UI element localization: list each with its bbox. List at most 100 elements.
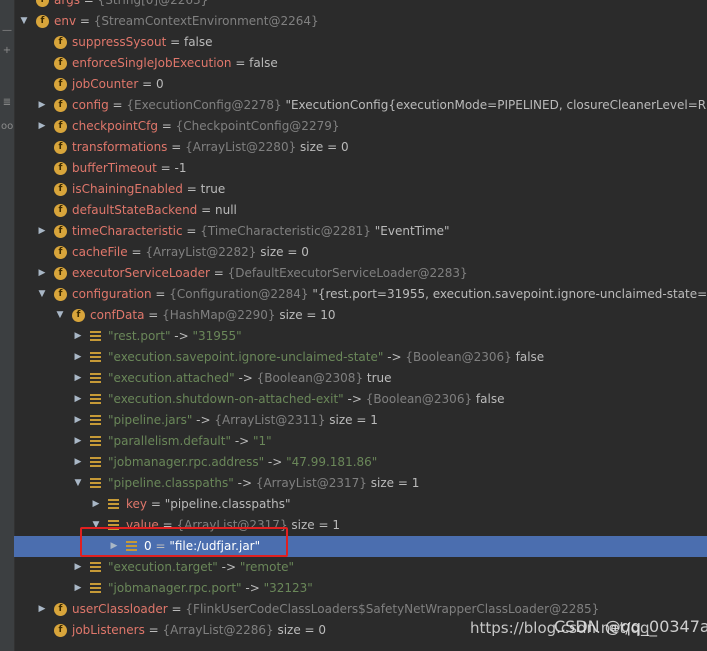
map-entry-icon xyxy=(108,499,119,510)
variable-name: defaultStateBackend xyxy=(72,203,198,217)
tree-row-text: env = {StreamContextEnvironment@2264} xyxy=(54,14,319,28)
object-reference: {Boolean@2308} xyxy=(256,371,364,385)
field-icon: f xyxy=(54,36,67,49)
tree-row[interactable]: ▶ "execution.savepoint.ignore-unclaimed-s… xyxy=(14,347,707,368)
tree-row[interactable]: ▶ "rest.port" -> "31955" xyxy=(14,326,707,347)
map-entry-icon xyxy=(90,562,101,573)
tree-row[interactable]: ▼ "pipeline.classpaths" -> {ArrayList@231… xyxy=(14,473,707,494)
plus-icon[interactable]: + xyxy=(1,44,13,58)
glasses-icon[interactable]: oo xyxy=(1,120,13,134)
tree-row[interactable]: f cacheFile = {ArrayList@2282} size = 0 xyxy=(14,242,707,263)
expand-right-arrow-icon[interactable]: ▶ xyxy=(36,116,48,137)
expand-right-arrow-icon[interactable]: ▶ xyxy=(72,368,84,389)
highlight-annotation-box xyxy=(80,527,288,557)
map-entry-icon xyxy=(90,415,101,426)
expand-right-arrow-icon[interactable]: ▶ xyxy=(72,557,84,578)
expand-right-arrow-icon[interactable]: ▶ xyxy=(72,431,84,452)
tree-row[interactable]: ▶ key = "pipeline.classpaths" xyxy=(14,494,707,515)
variable-name: bufferTimeout xyxy=(72,161,157,175)
expand-right-arrow-icon[interactable]: ▶ xyxy=(72,410,84,431)
object-reference: {TimeCharacteristic@2281} xyxy=(200,224,371,238)
tree-row-text: configuration = {Configuration@2284} "{r… xyxy=(72,284,707,305)
field-icon: f xyxy=(36,0,49,7)
tree-row[interactable]: f defaultStateBackend = null xyxy=(14,200,707,221)
field-icon: f xyxy=(54,162,67,175)
list-icon[interactable]: ≣ xyxy=(1,96,13,110)
tree-row[interactable]: ▶ "execution.attached" -> {Boolean@2308} … xyxy=(14,368,707,389)
expand-right-arrow-icon[interactable]: ▶ xyxy=(36,95,48,116)
tree-row[interactable]: f suppressSysout = false xyxy=(14,32,707,53)
field-icon: f xyxy=(54,624,67,637)
tree-row[interactable]: ▶ f config = {ExecutionConfig@2278} "Execu… xyxy=(14,95,707,116)
variable-name: configuration xyxy=(72,287,152,301)
expand-down-arrow-icon[interactable]: ▼ xyxy=(72,473,84,494)
map-entry-icon xyxy=(90,373,101,384)
entry-key: "rest.port" xyxy=(108,329,171,343)
tree-row-text: transformations = {ArrayList@2280} size … xyxy=(72,140,349,154)
expand-right-arrow-icon[interactable]: ▶ xyxy=(72,347,84,368)
tree-row-text: key = "pipeline.classpaths" xyxy=(126,497,291,511)
tree-row[interactable]: ▶ "execution.shutdown-on-attached-exit" -… xyxy=(14,389,707,410)
variable-name: checkpointCfg xyxy=(72,119,158,133)
tree-row[interactable]: ▶ "pipeline.jars" -> {ArrayList@2311} siz… xyxy=(14,410,707,431)
entry-key: "parallelism.default" xyxy=(108,434,231,448)
field-icon: f xyxy=(54,204,67,217)
tree-row[interactable]: ▶ "parallelism.default" -> "1" xyxy=(14,431,707,452)
expand-right-arrow-icon[interactable]: ▶ xyxy=(36,263,48,284)
map-entry-icon xyxy=(90,394,101,405)
map-entry-icon xyxy=(90,436,101,447)
tree-row[interactable]: ▶ "execution.target" -> "remote" xyxy=(14,557,707,578)
tree-row-text: "execution.attached" -> {Boolean@2308} t… xyxy=(108,371,392,385)
tree-row[interactable]: ▼ f confData = {HashMap@2290} size = 10 xyxy=(14,305,707,326)
tree-row[interactable]: ▶ f executorServiceLoader = {DefaultExecut… xyxy=(14,263,707,284)
tree-row[interactable]: f enforceSingleJobExecution = false xyxy=(14,53,707,74)
tree-row-text: cacheFile = {ArrayList@2282} size = 0 xyxy=(72,245,309,259)
expand-right-arrow-icon[interactable]: ▶ xyxy=(72,452,84,473)
variable-name: key xyxy=(126,497,148,511)
entry-key: "jobmanager.rpc.port" xyxy=(108,581,242,595)
tree-row-text: userClassloader = {FlinkUserCodeClassLoa… xyxy=(72,602,600,616)
expand-down-arrow-icon[interactable]: ▼ xyxy=(36,284,48,305)
variable-name: executorServiceLoader xyxy=(72,266,210,280)
expand-right-arrow-icon[interactable]: ▶ xyxy=(90,494,102,515)
object-reference: {ArrayList@2286} xyxy=(162,623,274,637)
tree-row[interactable]: f isChainingEnabled = true xyxy=(14,179,707,200)
tree-row[interactable]: f transformations = {ArrayList@2280} size… xyxy=(14,137,707,158)
tree-row-text: "rest.port" -> "31955" xyxy=(108,329,242,343)
tree-row[interactable]: f jobCounter = 0 xyxy=(14,74,707,95)
minus-icon[interactable]: — xyxy=(1,24,13,38)
tree-row-text: "execution.shutdown-on-attached-exit" ->… xyxy=(108,392,505,406)
entry-key: "pipeline.jars" xyxy=(108,413,193,427)
variable-value: size = 1 xyxy=(291,518,340,532)
tree-row[interactable]: ▶ "jobmanager.rpc.address" -> "47.99.181.… xyxy=(14,452,707,473)
tree-row[interactable]: ▼ f env = {StreamContextEnvironment@2264} xyxy=(14,11,707,32)
expand-right-arrow-icon[interactable]: ▶ xyxy=(72,389,84,410)
field-icon: f xyxy=(54,57,67,70)
variable-value: false xyxy=(475,392,505,406)
tree-row-text: args = {String[0]@2263} xyxy=(54,0,208,11)
tree-row[interactable]: ▶ f timeCharacteristic = {TimeCharacterist… xyxy=(14,221,707,242)
map-entry-icon xyxy=(90,583,101,594)
tree-row-text: enforceSingleJobExecution = false xyxy=(72,53,278,74)
tree-row-text: "execution.target" -> "remote" xyxy=(108,560,295,574)
tree-row[interactable]: ▶ "jobmanager.rpc.port" -> "32123" xyxy=(14,578,707,599)
expand-right-arrow-icon[interactable]: ▶ xyxy=(36,599,48,620)
tree-row-text: "pipeline.classpaths" -> {ArrayList@2317… xyxy=(108,476,420,490)
tree-row[interactable]: f args = {String[0]@2263} xyxy=(14,0,707,11)
expand-right-arrow-icon[interactable]: ▶ xyxy=(72,578,84,599)
tree-row-text: "jobmanager.rpc.port" -> "32123" xyxy=(108,581,313,595)
variable-name: timeCharacteristic xyxy=(72,224,183,238)
field-icon: f xyxy=(54,183,67,196)
expand-down-arrow-icon[interactable]: ▼ xyxy=(54,305,66,326)
variable-value: "{rest.port=31955, execution.savepoint.i… xyxy=(312,287,707,301)
tree-row[interactable]: ▶ f checkpointCfg = {CheckpointConfig@2279… xyxy=(14,116,707,137)
field-icon: f xyxy=(54,141,67,154)
variable-value: "47.99.181.86" xyxy=(286,455,378,469)
expand-right-arrow-icon[interactable]: ▶ xyxy=(36,221,48,242)
expand-right-arrow-icon[interactable]: ▶ xyxy=(72,326,84,347)
map-entry-icon xyxy=(90,457,101,468)
object-reference: {ArrayList@2317} xyxy=(255,476,367,490)
expand-down-arrow-icon[interactable]: ▼ xyxy=(18,11,30,32)
tree-row[interactable]: f bufferTimeout = -1 xyxy=(14,158,707,179)
tree-row[interactable]: ▼ f configuration = {Configuration@2284} "… xyxy=(14,284,707,305)
